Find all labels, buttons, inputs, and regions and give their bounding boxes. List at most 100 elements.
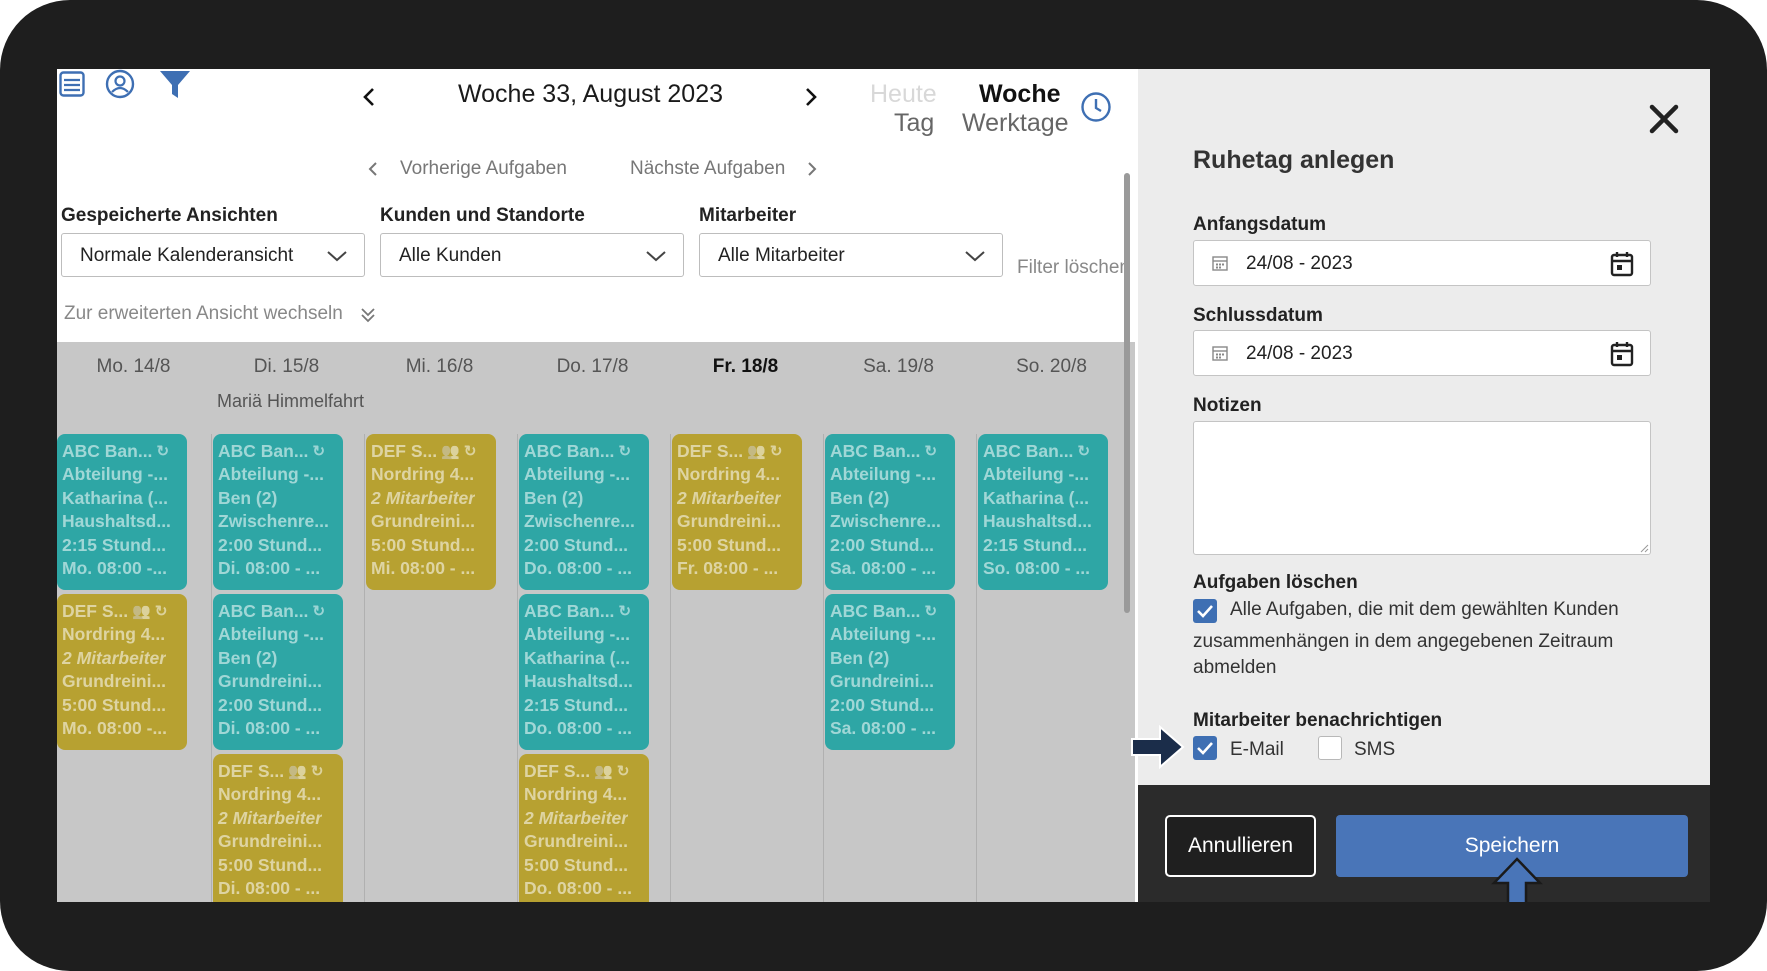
task-card-line: 2:00 Stund...: [218, 694, 338, 717]
employees-select[interactable]: Alle Mitarbeiter: [699, 233, 1003, 277]
group-icon: 👥: [288, 763, 307, 780]
group-icon: 👥: [132, 603, 151, 620]
task-card-line: 2 Mitarbeiter: [524, 807, 644, 830]
task-card-text: Nordring 4...: [371, 464, 475, 485]
user-circle-icon[interactable]: [105, 69, 135, 99]
list-icon[interactable]: [59, 71, 85, 97]
task-card[interactable]: DEF S... 👥 ↻ Nordring 4... 2 Mitarbeiter Grun…: [519, 754, 649, 902]
task-card[interactable]: DEF S... 👥 ↻ Nordring 4... 2 Mitarbeiter Grun…: [57, 594, 187, 750]
task-card-line: Abteilung -...: [218, 463, 338, 486]
checkmark-icon: [1197, 742, 1213, 755]
calendar-icon[interactable]: [1610, 341, 1634, 367]
start-date-field[interactable]: 24/08 - 2023: [1193, 240, 1651, 286]
checkmark-icon: [1197, 605, 1213, 618]
calendar-icon[interactable]: [1610, 251, 1634, 277]
task-card-line: 2:00 Stund...: [830, 534, 950, 557]
chevron-left-icon[interactable]: [362, 87, 376, 107]
task-card-text: 2:15 Stund...: [983, 534, 1088, 555]
task-card-text: 2:00 Stund...: [524, 534, 629, 555]
close-icon[interactable]: [1648, 103, 1680, 135]
task-card[interactable]: ABC Ban... ↻ Abteilung -... Ben (2) Zwischen…: [825, 434, 955, 590]
cancel-button[interactable]: Annullieren: [1165, 815, 1316, 877]
task-card-line: DEF S... 👥 ↻: [218, 760, 338, 783]
task-card-line: Ben (2): [218, 647, 338, 670]
task-card-text: ABC Ban...: [218, 601, 309, 621]
task-card[interactable]: DEF S... 👥 ↻ Nordring 4... 2 Mitarbeiter Grun…: [672, 434, 802, 590]
task-card-text: Katharina (...: [524, 647, 630, 668]
task-card[interactable]: DEF S... 👥 ↻ Nordring 4... 2 Mitarbeiter Grun…: [366, 434, 496, 590]
task-card[interactable]: ABC Ban... ↻ Abteilung -... Ben (2) Grundrei…: [825, 594, 955, 750]
delete-tasks-checkbox[interactable]: [1193, 599, 1217, 623]
sms-checkbox[interactable]: [1318, 736, 1342, 760]
task-card-line: Do. 08:00 - ...: [524, 717, 644, 740]
day-header: Sa. 19/8: [863, 356, 934, 377]
day-header: So. 20/8: [1016, 356, 1087, 377]
view-workdays[interactable]: Werktage: [962, 109, 1069, 138]
chevron-right-icon[interactable]: [804, 87, 818, 107]
chevron-down-icon: [646, 251, 666, 262]
task-card-line: 2:00 Stund...: [830, 694, 950, 717]
view-day[interactable]: Tag: [894, 109, 934, 138]
previous-tasks-link[interactable]: Vorherige Aufgaben: [400, 158, 567, 180]
task-card-line: 5:00 Stund...: [62, 694, 182, 717]
end-date-field[interactable]: 24/08 - 2023: [1193, 330, 1651, 376]
task-card-line: Grundreini...: [62, 670, 182, 693]
task-card-text: 2:00 Stund...: [218, 534, 323, 555]
task-card-text: Abteilung -...: [218, 464, 324, 485]
task-card-line: So. 08:00 - ...: [983, 557, 1103, 580]
clear-filters-link[interactable]: Filter löschen: [1017, 257, 1130, 279]
view-week[interactable]: Woche: [979, 80, 1061, 109]
day-header: Do. 17/8: [556, 356, 629, 377]
calendar-scrollbar[interactable]: [1124, 173, 1130, 613]
task-card-line: Zwischenre...: [524, 510, 644, 533]
task-card-line: 2 Mitarbeiter: [218, 807, 338, 830]
day-header: Fr. 18/8: [712, 356, 779, 377]
task-card-text: Mo. 08:00 -...: [62, 718, 168, 739]
repeat-icon: ↻: [924, 443, 938, 460]
task-card[interactable]: ABC Ban... ↻ Abteilung -... Katharina (... H…: [519, 594, 649, 750]
task-card-text: Grundreini...: [677, 511, 782, 532]
task-card[interactable]: DEF S... 👥 ↻ Nordring 4... 2 Mitarbeiter Grun…: [213, 754, 343, 902]
chevron-left-icon[interactable]: [368, 161, 378, 177]
task-card-line: Mo. 08:00 -...: [62, 557, 182, 580]
task-card-text: Fr. 08:00 - ...: [677, 558, 779, 579]
task-card[interactable]: ABC Ban... ↻ Abteilung -... Katharina (... H…: [57, 434, 187, 590]
saved-views-select[interactable]: Normale Kalenderansicht: [61, 233, 365, 277]
delete-tasks-text-3: abmelden: [1193, 657, 1277, 678]
task-card[interactable]: ABC Ban... ↻ Abteilung -... Ben (2) Grundrei…: [213, 594, 343, 750]
task-card-text: Mo. 08:00 -...: [62, 558, 168, 579]
task-card-line: Nordring 4...: [371, 463, 491, 486]
view-today[interactable]: Heute: [870, 80, 937, 109]
clock-icon[interactable]: [1080, 91, 1112, 123]
task-card[interactable]: ABC Ban... ↻ Abteilung -... Ben (2) Zwischen…: [519, 434, 649, 590]
notes-label: Notizen: [1193, 395, 1262, 416]
filter-icon[interactable]: [159, 69, 191, 101]
task-card[interactable]: ABC Ban... ↻ Abteilung -... Katharina (... H…: [978, 434, 1108, 590]
task-card-text: Abteilung -...: [830, 464, 936, 485]
chevron-right-icon[interactable]: [807, 161, 817, 177]
task-card-text: So. 08:00 - ...: [983, 558, 1090, 579]
next-tasks-link[interactable]: Nächste Aufgaben: [630, 158, 785, 180]
task-card-line: ABC Ban... ↻: [62, 440, 182, 463]
task-card-line: Di. 08:00 - ...: [218, 717, 338, 740]
notes-textarea[interactable]: [1193, 421, 1651, 555]
task-card-line: Zwischenre...: [830, 510, 950, 533]
task-card-line: 2:15 Stund...: [62, 534, 182, 557]
task-card-line: Ben (2): [218, 487, 338, 510]
task-card-text: DEF S...: [218, 761, 285, 781]
repeat-icon: ↻: [616, 763, 630, 780]
arrow-up-icon: [1491, 857, 1543, 902]
email-checkbox[interactable]: [1193, 736, 1217, 760]
task-card-text: 5:00 Stund...: [371, 534, 476, 555]
task-card[interactable]: ABC Ban... ↻ Abteilung -... Ben (2) Zwischen…: [213, 434, 343, 590]
notify-label: Mitarbeiter benachrichtigen: [1193, 710, 1443, 731]
customers-select[interactable]: Alle Kunden: [380, 233, 684, 277]
task-card-line: Ben (2): [524, 487, 644, 510]
holiday-label: Mariä Himmelfahrt: [216, 391, 365, 411]
double-chevron-down-icon[interactable]: [359, 306, 377, 324]
task-card-line: Haushaltsd...: [983, 510, 1103, 533]
advanced-view-toggle[interactable]: Zur erweiterten Ansicht wechseln: [64, 303, 343, 325]
repeat-icon: ↻: [618, 443, 632, 460]
resize-handle-icon[interactable]: [1639, 543, 1649, 553]
task-card-text: Zwischenre...: [524, 511, 635, 532]
